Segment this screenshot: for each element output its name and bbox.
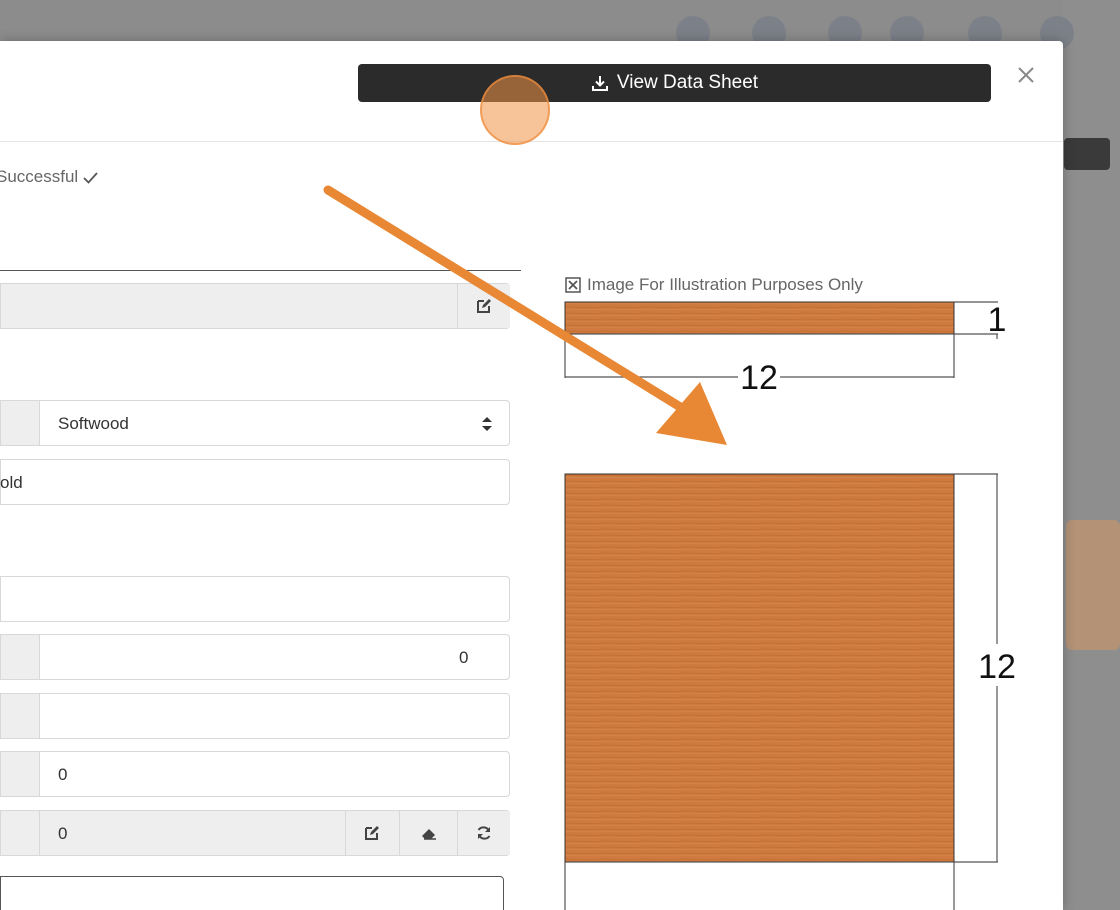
background-card xyxy=(1066,520,1120,650)
background-page xyxy=(1062,0,1120,910)
thickness-dimension: 1 xyxy=(988,301,1007,339)
height-dimension: 12 xyxy=(978,648,1016,686)
board-front-view xyxy=(564,473,955,863)
click-indicator xyxy=(480,75,550,145)
board-illustration: 1 12 12 xyxy=(564,301,1016,910)
background-page-header xyxy=(0,0,1120,40)
product-modal: View Data Sheet Successful Softwood old xyxy=(0,41,1063,910)
background-button xyxy=(1064,138,1110,170)
board-top-view xyxy=(564,301,955,335)
width-dimension: 12 xyxy=(740,359,778,397)
